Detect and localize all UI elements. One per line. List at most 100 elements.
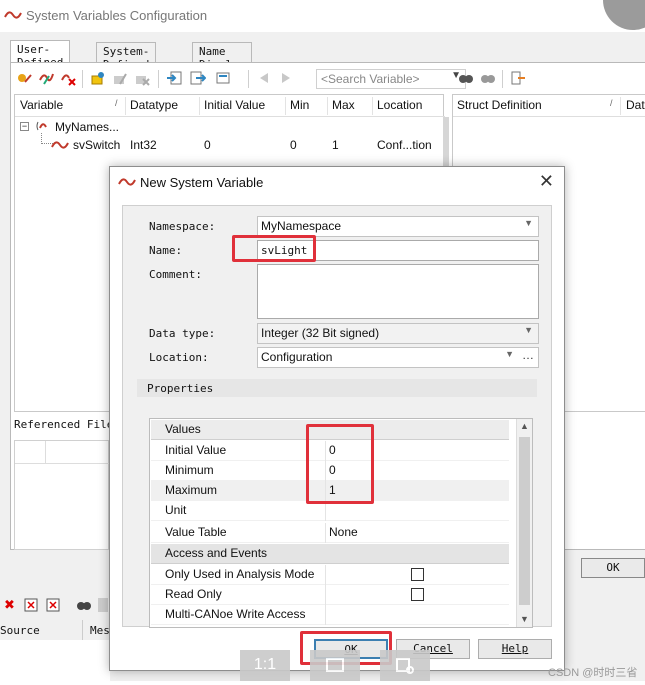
chevron-down-icon[interactable]: ▼ xyxy=(505,349,514,359)
edit-namespace-icon[interactable] xyxy=(112,70,128,86)
watermark-text: CSDN @时时三省 xyxy=(548,667,638,679)
help-button[interactable]: Help xyxy=(478,639,552,659)
name-label: Name: xyxy=(149,244,183,257)
filter-icon[interactable] xyxy=(24,598,38,615)
namespace-combo[interactable]: MyNamespace ▼ xyxy=(257,216,539,237)
find-icon[interactable] xyxy=(76,598,92,615)
chevron-down-icon[interactable]: ▼ xyxy=(524,218,533,228)
property-value[interactable]: None xyxy=(329,525,358,539)
vertical-scrollbar[interactable]: ▲ ▼ xyxy=(516,419,532,627)
property-row[interactable]: Multi-CANoe Write Access xyxy=(151,605,509,625)
column-divider xyxy=(125,97,126,115)
properties-label: Properties xyxy=(147,382,214,395)
comment-textarea[interactable] xyxy=(257,264,539,319)
import-icon[interactable] xyxy=(166,70,182,86)
tab-system-defined[interactable]: System-Defined xyxy=(96,42,157,71)
namespace-name: MyNames... xyxy=(55,120,120,134)
referenced-files-label: Referenced File xyxy=(14,418,114,431)
variable-initial-value: 0 xyxy=(204,138,211,152)
actual-size-button[interactable]: 1:1 xyxy=(240,650,290,681)
datatype-combo[interactable]: Integer (32 Bit signed) ▼ xyxy=(257,323,539,344)
edit-variable-icon[interactable] xyxy=(38,70,54,86)
dialog-body: Namespace: MyNamespace ▼ Name: svLight C… xyxy=(122,205,552,628)
property-name: Read Only xyxy=(165,587,222,601)
crop-icon[interactable] xyxy=(380,650,430,681)
tab-name-display[interactable]: Name Display xyxy=(192,42,253,71)
tab-user-defined[interactable]: User-Defined xyxy=(10,40,71,69)
delete-namespace-icon[interactable] xyxy=(134,70,150,86)
column-divider xyxy=(325,565,326,585)
main-ok-button[interactable]: OK xyxy=(581,558,645,578)
namespace-value: MyNamespace xyxy=(261,219,342,233)
property-row[interactable]: Only Used in Analysis Mode xyxy=(151,565,509,585)
toolbar-separator xyxy=(502,70,503,88)
scroll-down-icon[interactable]: ▼ xyxy=(520,614,529,624)
property-row[interactable]: Unit xyxy=(151,501,509,521)
location-combo[interactable]: Configuration ▼ … xyxy=(257,347,539,368)
column-max[interactable]: Max xyxy=(332,98,355,112)
property-row[interactable]: Read Only xyxy=(151,585,509,605)
export-icon[interactable] xyxy=(190,70,207,86)
variable-max: 1 xyxy=(332,138,339,152)
property-name: Only Used in Analysis Mode xyxy=(165,567,315,581)
navigate-back-icon[interactable] xyxy=(256,70,272,86)
new-namespace-icon[interactable] xyxy=(90,70,106,86)
column-location[interactable]: Location xyxy=(377,98,422,112)
properties-group-header: Properties xyxy=(137,379,537,397)
output-grid-header: Source Mes xyxy=(0,620,110,640)
scroll-thumb[interactable] xyxy=(519,437,530,605)
column-divider xyxy=(199,97,200,115)
clear-icon[interactable]: ✖ xyxy=(4,597,15,613)
fit-screen-icon[interactable] xyxy=(310,650,360,681)
new-variable-icon[interactable] xyxy=(16,70,32,86)
variable-location: Conf...tion xyxy=(377,138,432,152)
column-divider xyxy=(45,441,46,463)
property-name: Value Table xyxy=(165,525,227,539)
copy-icon[interactable] xyxy=(98,598,108,612)
find-next-icon[interactable] xyxy=(480,70,496,86)
canoe-logo-icon xyxy=(118,175,136,192)
search-variable-combo[interactable]: <Search Variable> ▼ xyxy=(316,69,466,89)
chevron-down-icon[interactable]: ▼ xyxy=(524,325,533,335)
variable-icon xyxy=(51,138,69,153)
struct-grid-header: Struct Definition / Dat xyxy=(453,95,645,117)
column-source[interactable]: Source xyxy=(0,624,40,637)
column-datatype-struct[interactable]: Dat xyxy=(626,98,645,112)
filter-all-icon[interactable] xyxy=(46,598,60,615)
referenced-files-list[interactable] xyxy=(14,440,110,550)
column-variable[interactable]: Variable xyxy=(20,98,63,112)
section-access-events[interactable]: Access and Events xyxy=(151,544,509,564)
navigate-forward-icon[interactable] xyxy=(278,70,294,86)
header-divider xyxy=(15,463,110,464)
column-divider xyxy=(372,97,373,115)
location-value: Configuration xyxy=(261,350,333,364)
column-datatype[interactable]: Datatype xyxy=(130,98,178,112)
view-options-icon[interactable] xyxy=(216,70,232,86)
property-name: Initial Value xyxy=(165,443,227,457)
close-icon[interactable]: ✕ xyxy=(539,171,554,192)
go-to-icon[interactable] xyxy=(510,70,526,86)
title-bar: System Variables Configuration xyxy=(0,0,645,32)
column-message[interactable]: Mes xyxy=(90,624,110,637)
main-toolbar: <Search Variable> ▼ xyxy=(12,66,645,92)
output-list[interactable] xyxy=(0,640,110,681)
browse-button[interactable]: … xyxy=(521,348,535,362)
property-name: Maximum xyxy=(165,483,218,497)
find-icon[interactable] xyxy=(458,70,474,86)
column-struct-definition[interactable]: Struct Definition xyxy=(457,98,542,112)
delete-variable-icon[interactable] xyxy=(60,70,76,86)
column-initial-value[interactable]: Initial Value xyxy=(204,98,265,112)
read-only-checkbox[interactable] xyxy=(411,588,424,601)
collapse-toggle-icon[interactable]: − xyxy=(20,122,29,131)
property-name: Minimum xyxy=(165,463,214,477)
location-label: Location: xyxy=(149,351,209,364)
analysis-mode-checkbox[interactable] xyxy=(411,568,424,581)
column-divider xyxy=(620,97,621,115)
scroll-up-icon[interactable]: ▲ xyxy=(520,421,529,431)
highlight-name-box xyxy=(232,235,316,262)
toolbar-separator xyxy=(82,70,83,88)
column-min[interactable]: Min xyxy=(290,98,309,112)
property-row[interactable]: Value Table None xyxy=(151,523,509,543)
column-divider xyxy=(325,501,326,521)
column-divider xyxy=(82,620,83,640)
